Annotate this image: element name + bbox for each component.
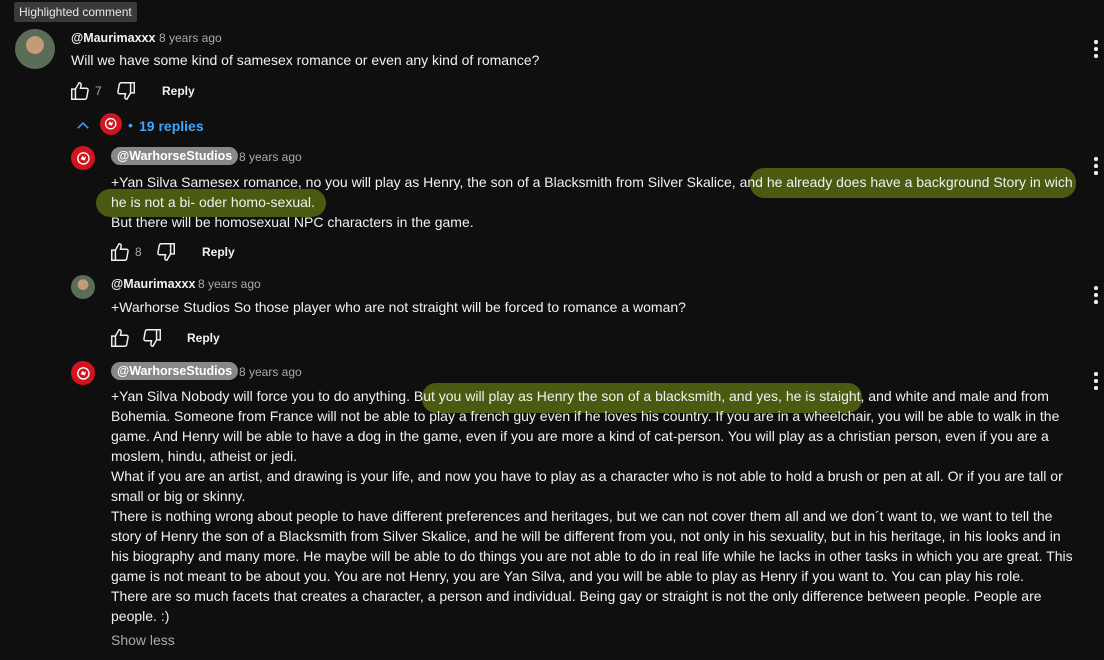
chevron-up-icon: [77, 121, 89, 129]
avatar[interactable]: [71, 146, 95, 170]
avatar[interactable]: [15, 29, 55, 69]
thumbs-down-icon: [143, 329, 161, 347]
reply-text-line: game is not meant to be about you. You a…: [111, 568, 1024, 584]
thumbs-up-icon: [111, 329, 129, 347]
reply-time[interactable]: 8 years ago: [239, 365, 302, 379]
like-button[interactable]: [109, 241, 131, 263]
kebab-menu-icon: [1093, 157, 1099, 175]
reply-menu-button[interactable]: [1093, 286, 1099, 304]
separator-dot: •: [128, 117, 133, 133]
reply-text: +Warhorse Studios So those player who ar…: [111, 297, 686, 317]
comment-text: Will we have some kind of samesex romanc…: [71, 50, 539, 70]
thumbs-down-icon: [157, 243, 175, 261]
reply-menu-button[interactable]: [1093, 157, 1099, 175]
like-button[interactable]: [109, 327, 131, 349]
reply-text-line: +Warhorse Studios So those player who ar…: [111, 299, 686, 315]
replies-count-link[interactable]: 19 replies: [139, 118, 204, 134]
comment-time[interactable]: 8 years ago: [159, 31, 222, 45]
reply-text-line: +Yan Silva Nobody will force you to do a…: [111, 388, 1049, 404]
dislike-button[interactable]: [115, 80, 137, 102]
reply-text: +Yan Silva Samesex romance, no you will …: [111, 172, 1073, 232]
show-less-button[interactable]: Show less: [111, 632, 175, 648]
reply-text: +Yan Silva Nobody will force you to do a…: [111, 386, 1073, 626]
reply-author[interactable]: @WarhorseStudios: [111, 147, 239, 165]
kebab-menu-icon: [1093, 286, 1099, 304]
dislike-button[interactable]: [155, 241, 177, 263]
reply-text-line: Bohemia. Someone from France will not be…: [111, 408, 1060, 424]
creator-avatar: [100, 113, 122, 135]
dislike-button[interactable]: [141, 327, 163, 349]
avatar[interactable]: [71, 361, 95, 385]
dragon-logo-icon: [76, 366, 90, 380]
reply-button[interactable]: Reply: [187, 331, 220, 345]
reply-text-line: There are so much facets that creates a …: [111, 588, 1042, 604]
reply-time[interactable]: 8 years ago: [198, 277, 261, 291]
dragon-logo-icon: [76, 151, 90, 165]
like-count: 8: [135, 245, 142, 259]
reply-text-line: people. :): [111, 608, 170, 624]
reply-text-line: But there will be homosexual NPC charact…: [111, 214, 474, 230]
thumbs-up-icon: [71, 82, 89, 100]
reply-text-line: small or big or skinny.: [111, 488, 246, 504]
comment-menu-button[interactable]: [1093, 40, 1099, 58]
highlighted-comment-badge: Highlighted comment: [14, 2, 137, 22]
dragon-logo-icon: [105, 118, 117, 130]
reply-text-line: +Yan Silva Samesex romance, no you will …: [111, 174, 1073, 190]
avatar[interactable]: [71, 275, 95, 299]
reply-button[interactable]: Reply: [162, 84, 195, 98]
kebab-menu-icon: [1093, 40, 1099, 58]
comment-text-line: Will we have some kind of samesex romanc…: [71, 52, 540, 68]
reply-text-line: game. And Henry will be able to have a d…: [111, 428, 1049, 444]
reply-menu-button[interactable]: [1093, 372, 1099, 390]
thumbs-up-icon: [111, 243, 129, 261]
like-button[interactable]: [69, 80, 91, 102]
comment-author[interactable]: @Maurimaxxx: [71, 31, 155, 45]
reply-author[interactable]: @Maurimaxxx: [111, 277, 195, 291]
reply-text-line: story of Henry the son of a Blacksmith f…: [111, 528, 1061, 544]
reply-text-line: he is not a bi- oder homo-sexual.: [111, 194, 315, 210]
thumbs-down-icon: [117, 82, 135, 100]
reply-text-line: moslem, hindu, atheist or jedi.: [111, 448, 297, 464]
reply-text-line: his biography and many more. He maybe wi…: [111, 548, 1073, 564]
reply-button[interactable]: Reply: [202, 245, 235, 259]
like-count: 7: [95, 84, 102, 98]
reply-text-line: What if you are an artist, and drawing i…: [111, 468, 1063, 484]
kebab-menu-icon: [1093, 372, 1099, 390]
reply-author[interactable]: @WarhorseStudios: [111, 362, 239, 380]
reply-text-line: There is nothing wrong about people to h…: [111, 508, 1053, 524]
reply-time[interactable]: 8 years ago: [239, 150, 302, 164]
